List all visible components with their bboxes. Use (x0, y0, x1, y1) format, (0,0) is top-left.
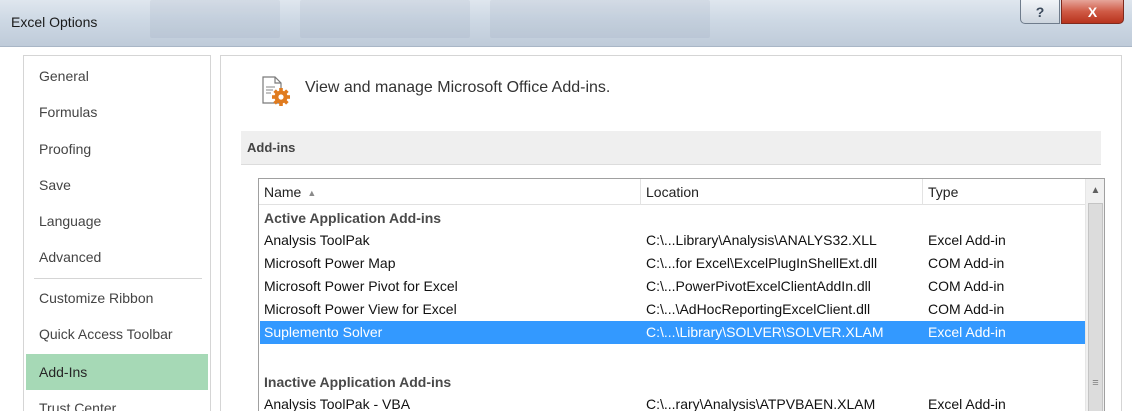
cell-location: C:\...PowerPivotExcelClientAddIn.dll (646, 278, 871, 294)
grip-icon: ≡ (1092, 377, 1099, 389)
nav-item-general[interactable]: General (24, 58, 210, 94)
column-location-label: Location (646, 184, 699, 200)
cell-location: C:\...rary\Analysis\ATPVBAEN.XLAM (646, 396, 876, 411)
cell-type: COM Add-in (928, 278, 1005, 294)
cell-location: C:\...\AdHocReportingExcelClient.dll (646, 301, 871, 317)
cell-type: COM Add-in (928, 301, 1005, 317)
cell-location: C:\...Library\Analysis\ANALYS32.XLL (646, 232, 877, 248)
group-header-inactive: Inactive Application Add-ins (264, 374, 452, 390)
nav-item-save[interactable]: Save (24, 167, 210, 203)
table-row[interactable]: Microsoft Power View for Excel C:\...\Ad… (260, 298, 1086, 321)
group-header-active: Active Application Add-ins (264, 210, 442, 226)
cell-location: C:\...for Excel\ExcelPlugInShellExt.dll (646, 255, 878, 271)
cell-name: Analysis ToolPak - VBA (264, 396, 411, 411)
close-button[interactable]: X (1061, 0, 1124, 24)
sort-ascending-icon: ▲ (307, 187, 317, 198)
column-header-location[interactable]: Location (641, 179, 923, 205)
nav-item-language[interactable]: Language (24, 203, 210, 239)
background-blur (300, 0, 470, 38)
background-blur (490, 0, 710, 38)
column-name-label: Name (264, 184, 302, 200)
nav-item-add-ins[interactable]: Add-Ins (26, 354, 208, 390)
table-row[interactable]: Analysis ToolPak C:\...Library\Analysis\… (260, 229, 1086, 252)
cell-type: Excel Add-in (928, 232, 1006, 248)
cell-type: Excel Add-in (928, 324, 1006, 340)
table-row[interactable]: Analysis ToolPak - VBA C:\...rary\Analys… (260, 393, 1086, 411)
cell-name: Microsoft Power View for Excel (264, 301, 457, 317)
page-heading: View and manage Microsoft Office Add-ins… (305, 79, 611, 96)
addins-gear-icon (262, 76, 290, 106)
cell-name: Suplemento Solver (264, 324, 383, 340)
help-button[interactable]: ? (1020, 0, 1060, 24)
section-header: Add-ins (241, 131, 1101, 165)
table-row-selected[interactable]: Suplemento Solver C:\...\Library\SOLVER\… (260, 321, 1086, 344)
cell-type: Excel Add-in (928, 396, 1006, 411)
nav-item-proofing[interactable]: Proofing (24, 131, 210, 167)
cell-name: Analysis ToolPak (264, 232, 370, 248)
title-bar[interactable]: Excel Options ? X (0, 0, 1132, 47)
column-header-type[interactable]: Type (923, 179, 1086, 205)
add-ins-list[interactable]: Name ▲ Location Type Active Application … (258, 178, 1105, 411)
vertical-scrollbar[interactable]: ▲ ≡ (1085, 179, 1104, 411)
nav-item-quick-access-toolbar[interactable]: Quick Access Toolbar (24, 316, 210, 352)
scroll-thumb[interactable]: ≡ (1088, 203, 1103, 411)
column-header-name[interactable]: Name ▲ (259, 179, 641, 205)
options-nav: General Formulas Proofing Save Language … (23, 55, 211, 411)
nav-item-formulas[interactable]: Formulas (24, 94, 210, 130)
add-ins-panel: View and manage Microsoft Office Add-ins… (220, 55, 1122, 411)
nav-item-customize-ribbon[interactable]: Customize Ribbon (24, 280, 210, 316)
nav-item-advanced[interactable]: Advanced (24, 239, 210, 275)
column-type-label: Type (928, 184, 959, 200)
nav-divider (34, 278, 202, 279)
table-row[interactable]: Microsoft Power Map C:\...for Excel\Exce… (260, 252, 1086, 275)
scroll-up-icon[interactable]: ▲ (1086, 179, 1104, 201)
nav-item-trust-center[interactable]: Trust Center (24, 390, 210, 411)
background-blur (150, 0, 280, 38)
cell-name: Microsoft Power Map (264, 255, 396, 271)
cell-name: Microsoft Power Pivot for Excel (264, 278, 458, 294)
cell-location: C:\...\Library\SOLVER\SOLVER.XLAM (646, 324, 884, 340)
table-row[interactable]: Microsoft Power Pivot for Excel C:\...Po… (260, 275, 1086, 298)
list-header: Name ▲ Location Type (259, 179, 1086, 205)
window-title: Excel Options (11, 14, 98, 30)
cell-type: COM Add-in (928, 255, 1005, 271)
